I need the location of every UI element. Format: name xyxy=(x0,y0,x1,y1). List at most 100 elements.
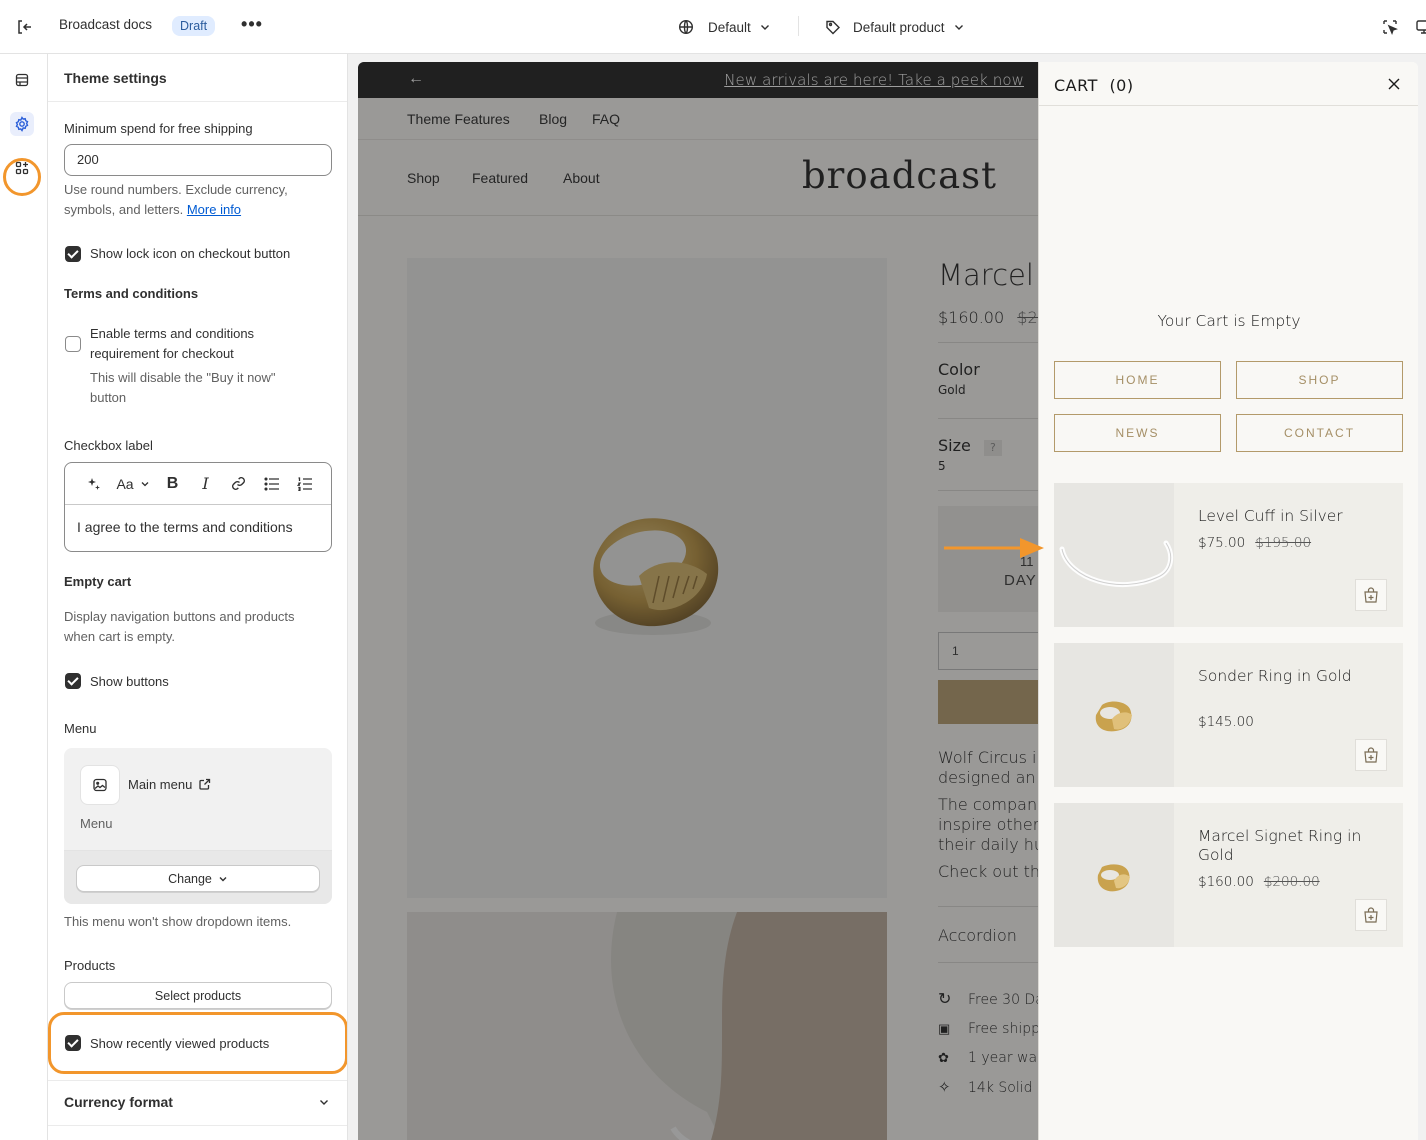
menu-card-footer: Change xyxy=(64,850,332,904)
editor-topbar: Broadcast docs Draft ••• Default Default… xyxy=(0,0,1426,54)
cart-button-contact[interactable]: CONTACT xyxy=(1236,414,1403,452)
more-actions-button[interactable]: ••• xyxy=(240,14,264,38)
icon-rail xyxy=(0,54,48,1140)
external-link-icon xyxy=(199,778,211,790)
cart-title: CART (0) xyxy=(1054,76,1134,95)
divider xyxy=(798,16,799,36)
desktop-icon[interactable] xyxy=(1412,15,1426,39)
draft-badge: Draft xyxy=(172,16,216,36)
currency-format-section[interactable]: Currency format xyxy=(48,1080,347,1126)
product-thumbnail[interactable] xyxy=(1054,483,1174,627)
ai-sparkle-icon[interactable] xyxy=(77,472,110,496)
recent-product-name[interactable]: Level Cuff in Silver xyxy=(1198,507,1378,526)
product-thumbnail[interactable] xyxy=(1054,803,1174,947)
recently-viewed-label: Show recently viewed products xyxy=(90,1036,270,1051)
rich-text-editor[interactable]: Aa B I I agree to the terms and conditio… xyxy=(64,462,332,552)
checkbox-label-heading: Checkbox label xyxy=(64,438,153,453)
menu-icon xyxy=(80,765,120,805)
recent-product-compare-price: $200.00 xyxy=(1263,874,1320,890)
min-spend-label: Minimum spend for free shipping xyxy=(64,121,253,136)
tag-icon xyxy=(826,20,840,35)
show-buttons-label: Show buttons xyxy=(90,674,169,689)
chevron-down-icon xyxy=(760,25,769,30)
theme-name: Broadcast docs xyxy=(59,17,153,32)
rte-toolbar: Aa B I xyxy=(65,463,331,505)
panel-title: Theme settings xyxy=(48,54,347,102)
select-products-label: Select products xyxy=(154,988,242,1003)
recent-product-card[interactable]: Marcel Signet Ring in Gold $160.00 $200.0… xyxy=(1054,803,1403,947)
chevron-down-icon xyxy=(320,1100,328,1105)
recent-product-price-row: $75.00 $195.00 xyxy=(1198,535,1311,551)
show-buttons-checkbox[interactable] xyxy=(65,673,81,689)
add-to-cart-icon[interactable] xyxy=(1355,739,1387,771)
cart-drawer: CART (0) Your Cart is Empty HOME SHOP NE… xyxy=(1038,62,1418,1140)
menu-help: This menu won't show dropdown items. xyxy=(64,914,292,929)
chevron-down-icon xyxy=(219,876,227,881)
theme-settings-panel: Theme settings Minimum spend for free sh… xyxy=(48,54,348,1140)
cart-count: (0) xyxy=(1109,76,1134,95)
menu-name-link[interactable]: Main menu xyxy=(128,777,211,792)
product-thumbnail[interactable] xyxy=(1054,643,1174,787)
terms-checkbox[interactable] xyxy=(65,336,81,352)
sections-icon[interactable] xyxy=(10,68,34,92)
link-icon[interactable] xyxy=(222,472,255,496)
storefront-preview: ← New arrivals are here! Take a peek now… xyxy=(358,62,1418,1140)
settings-gear-icon[interactable] xyxy=(10,112,34,136)
bold-icon[interactable]: B xyxy=(156,472,189,496)
change-menu-button[interactable]: Change xyxy=(76,865,320,892)
close-icon[interactable] xyxy=(1386,76,1402,92)
rte-content[interactable]: I agree to the terms and conditions xyxy=(65,505,331,549)
chevron-down-icon xyxy=(141,481,149,486)
exit-icon[interactable] xyxy=(12,15,36,39)
theme-select[interactable]: Default xyxy=(678,14,771,40)
recent-product-card[interactable]: Sonder Ring in Gold $145.00 xyxy=(1054,643,1403,787)
template-select-label: Default product xyxy=(853,19,945,35)
recent-product-name[interactable]: Sonder Ring in Gold xyxy=(1198,667,1378,686)
menu-sub-label: Menu xyxy=(80,816,113,831)
recently-viewed-checkbox[interactable] xyxy=(65,1035,81,1051)
apps-icon[interactable] xyxy=(10,156,34,180)
cart-button-home[interactable]: HOME xyxy=(1054,361,1221,399)
terms-help: This will disable the "Buy it now" butto… xyxy=(90,370,276,405)
globe-icon xyxy=(678,19,694,35)
menu-picker-card: Main menu Menu Change xyxy=(64,748,332,904)
recent-product-name[interactable]: Marcel Signet Ring in Gold xyxy=(1198,827,1378,865)
cart-button-news[interactable]: NEWS xyxy=(1054,414,1221,452)
currency-format-heading: Currency format xyxy=(64,1094,173,1110)
recent-product-card[interactable]: Level Cuff in Silver $75.00 $195.00 xyxy=(1054,483,1403,627)
page-dim-overlay[interactable] xyxy=(358,62,1038,1140)
recent-product-price-row: $145.00 xyxy=(1198,714,1254,730)
select-products-button[interactable]: Select products xyxy=(64,982,332,1009)
min-spend-help: Use round numbers. Exclude currency, sym… xyxy=(64,180,334,220)
italic-icon[interactable]: I xyxy=(189,472,222,496)
font-size-dropdown[interactable]: Aa xyxy=(110,472,156,496)
lock-icon-label: Show lock icon on checkout button xyxy=(90,246,291,261)
recent-product-price: $75.00 xyxy=(1198,535,1246,551)
add-to-cart-icon[interactable] xyxy=(1355,579,1387,611)
empty-cart-text: Your Cart is Empty xyxy=(1157,312,1301,330)
menu-heading: Menu xyxy=(64,721,97,736)
cart-title-text: CART xyxy=(1054,76,1098,95)
numbered-list-icon[interactable] xyxy=(288,472,321,496)
recent-product-price-row: $160.00 $200.00 xyxy=(1198,874,1320,890)
min-spend-help-text: Use round numbers. Exclude currency, sym… xyxy=(64,182,288,217)
empty-cart-help: Display navigation buttons and products … xyxy=(64,609,295,644)
more-info-link[interactable]: More info xyxy=(187,202,241,217)
cart-button-shop[interactable]: SHOP xyxy=(1236,361,1403,399)
bullet-list-icon[interactable] xyxy=(255,472,288,496)
menu-name: Main menu xyxy=(128,777,193,792)
gold-ring-image xyxy=(1095,701,1132,732)
products-heading: Products xyxy=(64,958,116,973)
font-size-icon: Aa xyxy=(116,475,134,492)
chevron-down-icon xyxy=(954,25,963,30)
add-to-cart-icon[interactable] xyxy=(1355,899,1387,931)
inspector-icon[interactable] xyxy=(1378,15,1402,39)
silver-cuff-image xyxy=(1059,540,1174,587)
template-select[interactable]: Default product xyxy=(825,14,965,40)
recent-product-compare-price: $195.00 xyxy=(1255,535,1312,551)
lock-icon-checkbox[interactable] xyxy=(65,246,81,262)
empty-cart-heading: Empty cart xyxy=(64,574,132,589)
min-spend-input[interactable]: 200 xyxy=(64,144,332,176)
terms-enable-label: Enable terms and conditions requirement … xyxy=(90,326,255,361)
theme-select-label: Default xyxy=(708,19,751,35)
